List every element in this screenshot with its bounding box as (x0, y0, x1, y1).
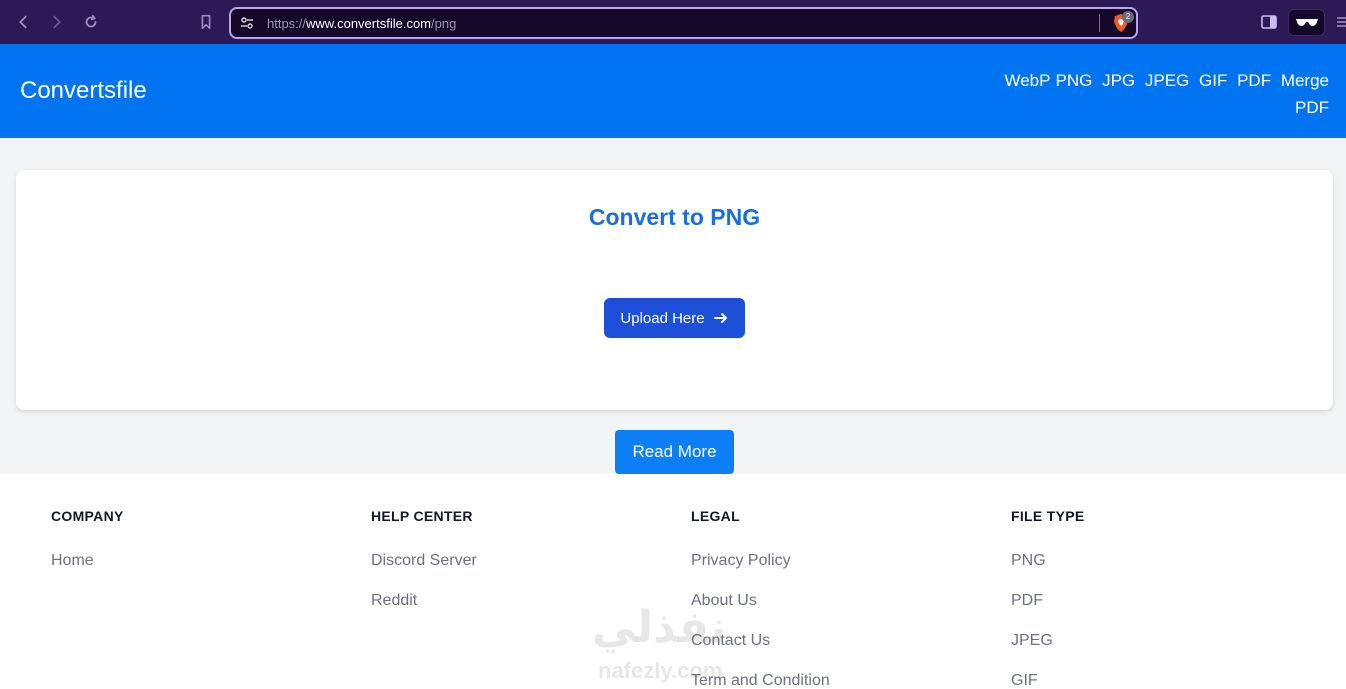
reload-icon[interactable] (81, 12, 101, 32)
nav-link-webp[interactable]: WebP (1004, 71, 1050, 90)
footer-link-discord[interactable]: Discord Server (371, 552, 671, 592)
nav-link-merge-pdf[interactable]: Merge PDF (1281, 71, 1329, 117)
brand-logo[interactable]: Convertsfile (20, 77, 147, 105)
url-path: /png (431, 16, 457, 31)
forward-icon[interactable] (47, 12, 67, 32)
footer-link-home[interactable]: Home (51, 552, 351, 592)
footer-link-terms[interactable]: Term and Condition (691, 672, 991, 689)
page-title: Convert to PNG (588, 204, 761, 230)
footer-link-contact-us[interactable]: Contact Us (691, 632, 991, 672)
sidebar-toggle-icon[interactable] (1260, 13, 1278, 31)
bookmark-icon[interactable] (196, 12, 216, 32)
footer-heading: HELP CENTER (371, 508, 473, 524)
url-scheme: https:// (267, 16, 307, 31)
arrow-right-icon (713, 313, 727, 323)
footer-heading: LEGAL (691, 508, 740, 524)
footer-link-privacy-policy[interactable]: Privacy Policy (691, 552, 991, 592)
footer-link-pdf[interactable]: PDF (1011, 592, 1311, 632)
nav-link-pdf[interactable]: PDF (1237, 71, 1271, 90)
footer-heading: COMPANY (51, 508, 124, 524)
site-settings-icon[interactable] (239, 15, 255, 31)
main-nav: WebP PNG JPG JPEG GIF PDF Merge PDF (989, 67, 1329, 121)
nav-link-gif[interactable]: GIF (1199, 71, 1227, 90)
footer-heading: FILE TYPE (1011, 508, 1085, 524)
shield-count-badge: 2 (1122, 11, 1134, 23)
url-text[interactable]: https://www.convertsfile.com/png (267, 16, 456, 31)
footer-column-file-type: FILE TYPE PNG PDF JPEG GIF (1011, 508, 1311, 689)
footer-link-about-us[interactable]: About Us (691, 592, 991, 632)
url-divider (1099, 14, 1100, 32)
footer-column-company: COMPANY Home (51, 508, 351, 592)
footer-link-reddit[interactable]: Reddit (371, 592, 671, 632)
site-footer: COMPANY Home HELP CENTER Discord Server … (0, 474, 1346, 689)
footer-link-jpeg[interactable]: JPEG (1011, 632, 1311, 672)
footer-link-png[interactable]: PNG (1011, 552, 1311, 592)
url-host: www.convertsfile.com (306, 16, 432, 31)
nav-link-jpeg[interactable]: JPEG (1145, 71, 1189, 90)
nav-link-png[interactable]: PNG (1055, 71, 1092, 90)
footer-column-help-center: HELP CENTER Discord Server Reddit (371, 508, 671, 632)
site-header: Convertsfile WebP PNG JPG JPEG GIF PDF Me… (0, 44, 1346, 138)
upload-button-label: Upload Here (620, 309, 705, 327)
footer-column-legal: LEGAL Privacy Policy About Us Contact Us… (691, 508, 991, 689)
address-bar[interactable]: https://www.convertsfile.com/png 2 (229, 7, 1138, 39)
upload-button[interactable]: Upload Here (604, 298, 745, 338)
footer-link-gif[interactable]: GIF (1011, 672, 1311, 689)
glasses-icon (1295, 18, 1318, 26)
read-more-button[interactable]: Read More (615, 430, 734, 474)
back-icon[interactable] (13, 12, 33, 32)
vpn-button[interactable] (1288, 9, 1325, 36)
menu-icon[interactable] (1335, 14, 1346, 30)
browser-toolbar: https://www.convertsfile.com/png 2 (0, 0, 1346, 44)
converter-card: Convert to PNG Upload Here (16, 170, 1333, 410)
nav-link-jpg[interactable]: JPG (1102, 71, 1135, 90)
